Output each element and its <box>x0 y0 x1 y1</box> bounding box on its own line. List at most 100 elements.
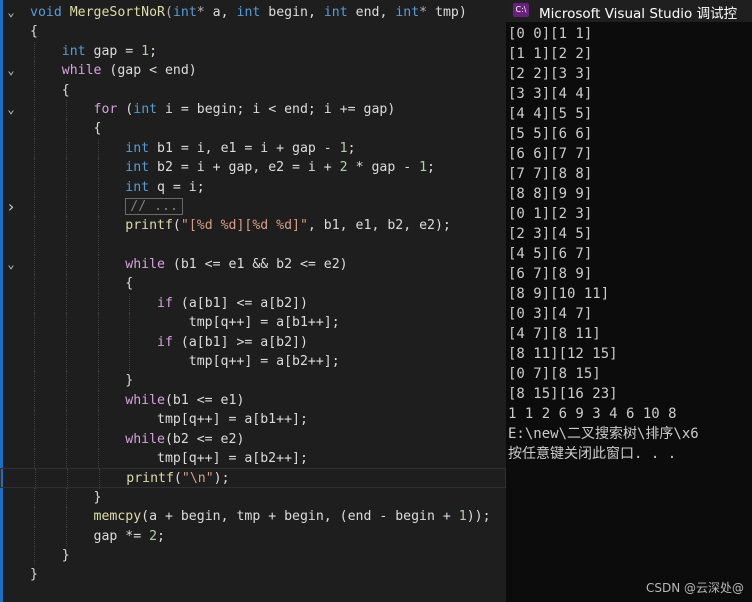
code-line[interactable]: tmp[q++] = a[b2++]; <box>0 448 506 469</box>
code-line[interactable]: ⌄ for (int i = begin; i < end; i += gap) <box>0 99 506 120</box>
code-token: ; <box>347 140 356 156</box>
code-line[interactable]: } <box>0 565 506 584</box>
code-line[interactable]: tmp[q++] = a[b1++]; <box>0 313 506 333</box>
code-line[interactable]: { <box>0 22 506 41</box>
code-token: 1 <box>339 140 348 156</box>
code-token: q = i; <box>149 179 205 195</box>
code-token: { <box>30 121 102 137</box>
code-token: { <box>30 24 38 40</box>
code-token: 1 <box>141 43 150 59</box>
code-text: printf("\n"); <box>31 469 230 488</box>
code-token: (a[b1] <= a[b2]) <box>172 295 308 311</box>
indent-guide <box>65 235 67 256</box>
code-token: ; <box>157 528 165 544</box>
console-output-line: [7 7][8 8] <box>508 166 593 182</box>
code-token: ); <box>213 471 230 487</box>
code-editor[interactable]: ⌄ void MergeSortNoR(int* a, int begin, in… <box>0 0 506 602</box>
code-text: { <box>30 22 38 41</box>
code-text: } <box>30 488 102 507</box>
code-line[interactable]: if (a[b1] <= a[b2]) <box>0 293 506 314</box>
code-token: ; <box>427 160 435 176</box>
code-token: b2 = i + gap, e2 = i + <box>149 160 340 176</box>
code-token: * gap - <box>347 160 420 176</box>
code-line[interactable]: printf("\n"); <box>0 468 506 489</box>
code-token: ( <box>117 101 134 117</box>
code-line[interactable]: int q = i; <box>0 177 506 197</box>
code-line[interactable]: ⌄ void MergeSortNoR(int* a, int begin, in… <box>0 3 506 22</box>
fold-expanded-icon[interactable]: ⌄ <box>4 255 18 274</box>
console-output-line: [5 5][6 6] <box>508 126 593 142</box>
code-token: i = begin; i < end; i += gap) <box>157 101 396 117</box>
code-line[interactable]: while(b1 <= e1) <box>0 390 506 411</box>
fold-expanded-icon[interactable]: ⌄ <box>4 61 18 80</box>
code-line[interactable]: › // ... <box>0 196 506 217</box>
indent-guide <box>34 235 35 256</box>
console-output-line: 按任意键关闭此窗口. . . <box>508 446 677 462</box>
code-token: (a[b1] >= a[b2]) <box>172 334 308 350</box>
code-token: memcpy <box>93 509 142 525</box>
code-token: while <box>125 431 165 447</box>
code-token: tmp[q++] = a[b2++]; <box>30 450 308 466</box>
code-token: for <box>93 101 118 117</box>
fold-expanded-icon[interactable]: ⌄ <box>4 100 18 119</box>
code-token: } <box>30 547 70 563</box>
code-token: } <box>30 489 102 505</box>
code-line[interactable]: int gap = 1; <box>0 41 506 62</box>
code-text: tmp[q++] = a[b1++]; <box>30 313 340 332</box>
code-token: begin, <box>260 5 324 20</box>
code-line[interactable]: } <box>0 545 506 566</box>
code-token: "[%d %d][%d %d]" <box>180 218 308 234</box>
code-line[interactable]: ⌄ while (gap < end) <box>0 61 506 81</box>
code-line[interactable]: if (a[b1] >= a[b2]) <box>0 332 506 353</box>
fold-expanded-icon[interactable]: ⌄ <box>4 3 18 22</box>
code-line[interactable]: { <box>0 119 506 139</box>
code-line[interactable]: { <box>0 274 506 294</box>
code-line[interactable]: } <box>0 487 506 508</box>
code-token: { <box>30 82 70 98</box>
code-text: } <box>30 546 70 565</box>
console-output-line: [8 15][16 23] <box>508 386 618 402</box>
fold-collapsed-icon[interactable]: › <box>4 197 18 216</box>
code-token: tmp[q++] = a[b1++]; <box>30 412 308 428</box>
code-token: int <box>61 43 86 59</box>
code-line[interactable] <box>0 235 506 256</box>
console-output-line: 1 1 2 6 9 3 4 6 10 8 <box>508 406 677 422</box>
debug-console-window[interactable]: C:\ Microsoft Visual Studio 调试控 [0 0][1 … <box>506 0 752 602</box>
console-output-line: [0 1][2 3] <box>508 206 593 222</box>
code-token: int <box>125 140 150 156</box>
code-text: int b1 = i, e1 = i + gap - 1; <box>30 139 356 158</box>
code-token: while <box>125 257 165 273</box>
code-token: 1 <box>458 509 467 525</box>
code-token: tmp[q++] = a[b2++]; <box>30 354 340 370</box>
code-text: while (b1 <= e1 && b2 <= e2) <box>30 255 347 274</box>
code-token: 1 <box>419 160 428 176</box>
code-line[interactable]: tmp[q++] = a[b1++]; <box>0 410 506 430</box>
code-line[interactable]: { <box>0 80 506 100</box>
collapsed-region-box[interactable]: // ... <box>125 197 183 215</box>
code-line[interactable]: int b1 = i, e1 = i + gap - 1; <box>0 138 506 159</box>
code-text: int q = i; <box>30 178 205 197</box>
code-line[interactable]: gap *= 2; <box>0 526 506 546</box>
code-line[interactable]: printf("[%d %d][%d %d]", b1, e1, b2, e2)… <box>0 216 506 236</box>
code-text: while(b1 <= e1) <box>30 391 244 410</box>
code-line[interactable]: while(b2 <= e2) <box>0 429 506 449</box>
console-output-line: [0 7][8 15] <box>508 366 601 382</box>
code-token: { <box>30 276 134 292</box>
code-line[interactable]: int b2 = i + gap, e2 = i + 2 * gap - 1; <box>0 158 506 178</box>
code-line[interactable]: } <box>0 371 506 391</box>
code-text: memcpy(a + begin, tmp + begin, (end - be… <box>30 507 491 526</box>
code-lines[interactable]: ⌄ void MergeSortNoR(int* a, int begin, in… <box>0 3 506 585</box>
code-token: while <box>125 392 165 408</box>
code-line[interactable]: ⌄ while (b1 <= e1 && b2 <= e2) <box>0 255 506 275</box>
code-token: int <box>125 179 150 195</box>
code-line[interactable]: memcpy(a + begin, tmp + begin, (end - be… <box>0 507 506 527</box>
code-token: if <box>157 295 173 311</box>
console-titlebar[interactable]: C:\ Microsoft Visual Studio 调试控 <box>506 0 752 22</box>
console-output[interactable]: [0 0][1 1] [1 1][2 2] [2 2][3 3] [3 3][4 4]… <box>508 24 752 464</box>
code-line[interactable]: tmp[q++] = a[b2++]; <box>0 352 506 372</box>
code-text: gap *= 2; <box>30 527 165 546</box>
console-output-line: [4 5][6 7] <box>508 246 593 262</box>
